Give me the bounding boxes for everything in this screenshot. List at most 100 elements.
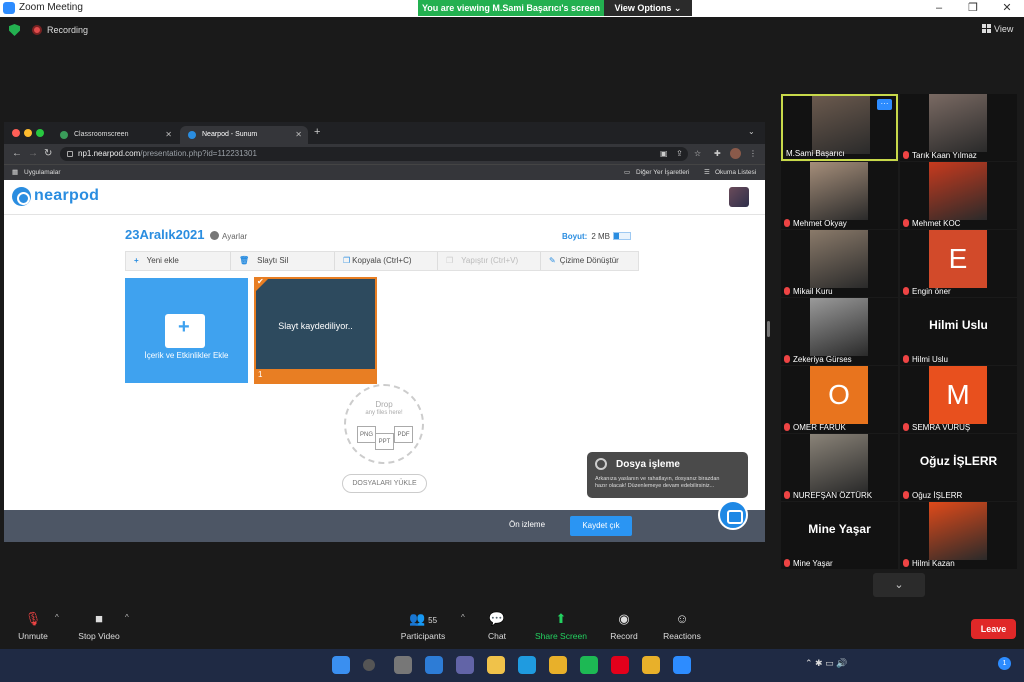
minimize-button[interactable]: – bbox=[922, 0, 956, 17]
file-explorer-icon[interactable] bbox=[487, 656, 505, 674]
unmute-button[interactable]: 🎙 Unmute bbox=[12, 611, 54, 641]
participant-tile[interactable]: Hilmi Uslu Hilmi Uslu bbox=[900, 298, 1017, 365]
windows-start-icon[interactable] bbox=[332, 656, 350, 674]
chat-button[interactable]: 💬 Chat bbox=[482, 611, 512, 641]
participant-name-text: Zekeriya Gürses bbox=[793, 355, 852, 364]
participant-name-text: Tarık Kaan Yılmaz bbox=[912, 151, 977, 160]
profile-avatar[interactable] bbox=[730, 148, 741, 159]
nearpod-favicon bbox=[188, 131, 196, 139]
windows-taskbar bbox=[0, 649, 1024, 682]
add-content-card[interactable]: + İçerik ve Etkinlikler Ekle bbox=[125, 278, 248, 383]
address-bar[interactable]: np1.nearpod.com/presentation.php?id=1122… bbox=[60, 147, 688, 161]
participant-tile[interactable]: Tarık Kaan Yılmaz bbox=[900, 94, 1017, 161]
participant-name: Hilmi Uslu bbox=[903, 355, 948, 364]
mac-zoom-dot[interactable] bbox=[36, 129, 44, 137]
participant-name-text: Mikail Kuru bbox=[793, 287, 833, 296]
lock-icon[interactable] bbox=[67, 151, 73, 157]
translate-icon[interactable]: ▣ bbox=[660, 149, 668, 158]
forward-icon[interactable]: → bbox=[28, 148, 38, 159]
gallery-next-page-button[interactable]: ⌄ bbox=[873, 573, 925, 597]
record-button[interactable]: ◉ Record bbox=[607, 611, 641, 641]
muted-mic-icon bbox=[903, 287, 909, 295]
participant-tile[interactable]: NUREFŞAN ÖZTÜRK bbox=[781, 434, 898, 501]
slide-toolbar: + Yeni ekle 🗑 Slaytı Sil ❐ Kopyala (Ctrl+C)… bbox=[125, 251, 639, 271]
chrome-2-icon[interactable] bbox=[642, 656, 660, 674]
participant-tile[interactable]: E Engin öner bbox=[900, 230, 1017, 297]
participant-tile[interactable]: O OMER FARUK bbox=[781, 366, 898, 433]
tab-close-icon[interactable]: ✕ bbox=[165, 126, 172, 144]
slide-thumbnail[interactable]: Slayt kaydediliyor.. ✔ 1 bbox=[254, 277, 377, 384]
copy-button[interactable]: ❐ Kopyala (Ctrl+C) bbox=[335, 252, 438, 270]
mac-minimize-dot[interactable] bbox=[24, 129, 32, 137]
bookmark-apps[interactable]: Uygulamalar bbox=[24, 165, 61, 180]
file-drop-zone[interactable]: Drop any files here! PNG PPT PDF bbox=[344, 384, 424, 464]
participant-tile[interactable]: Mehmet KOC bbox=[900, 162, 1017, 229]
participant-tile[interactable]: Mehmet Okyay bbox=[781, 162, 898, 229]
share-page-icon[interactable]: ⇪ bbox=[676, 149, 683, 158]
reload-icon[interactable]: ↻ bbox=[44, 148, 52, 159]
bookmark-other[interactable]: Diğer Yer İşaretleri bbox=[636, 165, 689, 180]
zoom-icon[interactable] bbox=[673, 656, 691, 674]
participant-tile[interactable]: Mikail Kuru bbox=[781, 230, 898, 297]
file-processing-toast: Dosya işleme Arkanıza yaslanın ve rahatl… bbox=[587, 452, 748, 498]
leave-meeting-button[interactable]: Leave bbox=[971, 619, 1016, 639]
back-icon[interactable]: ← bbox=[12, 148, 22, 159]
participant-video bbox=[929, 94, 987, 152]
more-options-icon[interactable]: ··· bbox=[877, 99, 892, 110]
tab-close-icon[interactable]: ✕ bbox=[295, 126, 302, 144]
convert-to-drawing-button[interactable]: ✎ Çizime Dönüştür bbox=[541, 252, 638, 270]
widgets-icon[interactable] bbox=[425, 656, 443, 674]
opera-icon[interactable] bbox=[611, 656, 629, 674]
delete-slide-button[interactable]: 🗑 Slaytı Sil bbox=[231, 252, 335, 270]
participant-tile[interactable]: Hilmi Kazan bbox=[900, 502, 1017, 569]
split-view-handle[interactable] bbox=[767, 321, 770, 337]
maximize-button[interactable]: ❐ bbox=[956, 0, 990, 17]
share-screen-button[interactable]: ⬆ Share Screen bbox=[532, 611, 590, 641]
preview-button[interactable]: Ön izleme bbox=[509, 520, 545, 529]
view-options-button[interactable]: View Options ⌄ bbox=[604, 0, 692, 16]
edge-icon[interactable] bbox=[518, 656, 536, 674]
chrome-icon[interactable] bbox=[549, 656, 567, 674]
participant-tile[interactable]: Mine Yaşar Mine Yaşar bbox=[781, 502, 898, 569]
presentation-title[interactable]: 23Aralık2021 bbox=[125, 227, 205, 242]
teams-chat-icon[interactable] bbox=[456, 656, 474, 674]
paste-button[interactable]: ❐ Yapıştır (Ctrl+V) bbox=[438, 252, 541, 270]
tab-nearpod[interactable]: Nearpod - Sunum ✕ bbox=[180, 126, 308, 144]
participant-name-text: NUREFŞAN ÖZTÜRK bbox=[793, 491, 873, 500]
bookmark-reading-list[interactable]: Okuma Listesi bbox=[715, 165, 756, 180]
support-chat-icon[interactable] bbox=[718, 500, 748, 530]
participants-button[interactable]: 👥 55 Participants bbox=[397, 611, 449, 641]
view-button[interactable]: View bbox=[982, 24, 1013, 34]
mac-close-dot[interactable] bbox=[12, 129, 20, 137]
notification-badge[interactable]: 1 bbox=[998, 657, 1011, 670]
copy-icon: ❐ bbox=[343, 256, 351, 265]
participant-tile[interactable]: Oğuz İŞLERR Oğuz İŞLERR bbox=[900, 434, 1017, 501]
extensions-icon[interactable]: ✚ bbox=[714, 149, 721, 158]
editor-footer bbox=[4, 510, 765, 542]
participant-tile[interactable]: M SEMRA VURUŞ bbox=[900, 366, 1017, 433]
participant-tile[interactable]: ··· M.Sami Başarıcı bbox=[781, 94, 898, 161]
close-window-button[interactable]: ✕ bbox=[990, 0, 1024, 17]
settings-link[interactable]: Ayarlar bbox=[210, 231, 247, 241]
new-tab-button[interactable]: + bbox=[314, 126, 320, 138]
task-view-icon[interactable] bbox=[394, 656, 412, 674]
add-new-button[interactable]: + Yeni ekle bbox=[126, 252, 231, 270]
browser-menu-icon[interactable]: ⋮ bbox=[749, 149, 757, 158]
participant-tile[interactable]: Zekeriya Gürses bbox=[781, 298, 898, 365]
reactions-button[interactable]: ☺ Reactions bbox=[660, 611, 704, 641]
upload-files-button[interactable]: DOSYALARI YÜKLE bbox=[342, 474, 427, 493]
tab-search-icon[interactable]: ⌄ bbox=[748, 127, 755, 136]
muted-mic-icon bbox=[903, 355, 909, 363]
search-icon[interactable] bbox=[363, 659, 375, 671]
png-file-icon: PNG bbox=[357, 426, 376, 443]
save-and-exit-button[interactable]: Kaydet çık bbox=[570, 516, 632, 536]
nearpod-logo-text[interactable]: nearpod bbox=[34, 187, 99, 205]
user-avatar[interactable] bbox=[729, 187, 749, 207]
nearpod-header: nearpod bbox=[4, 180, 765, 215]
system-tray[interactable]: ⌃ ✱ ▭ 🔊 bbox=[805, 658, 847, 669]
recording-icon bbox=[32, 25, 42, 35]
tab-classroomscreen[interactable]: Classroomscreen ✕ bbox=[52, 126, 178, 144]
stop-video-button[interactable]: ■ Stop Video bbox=[74, 611, 124, 641]
spotify-icon[interactable] bbox=[580, 656, 598, 674]
bookmark-star-icon[interactable]: ☆ bbox=[694, 149, 701, 158]
